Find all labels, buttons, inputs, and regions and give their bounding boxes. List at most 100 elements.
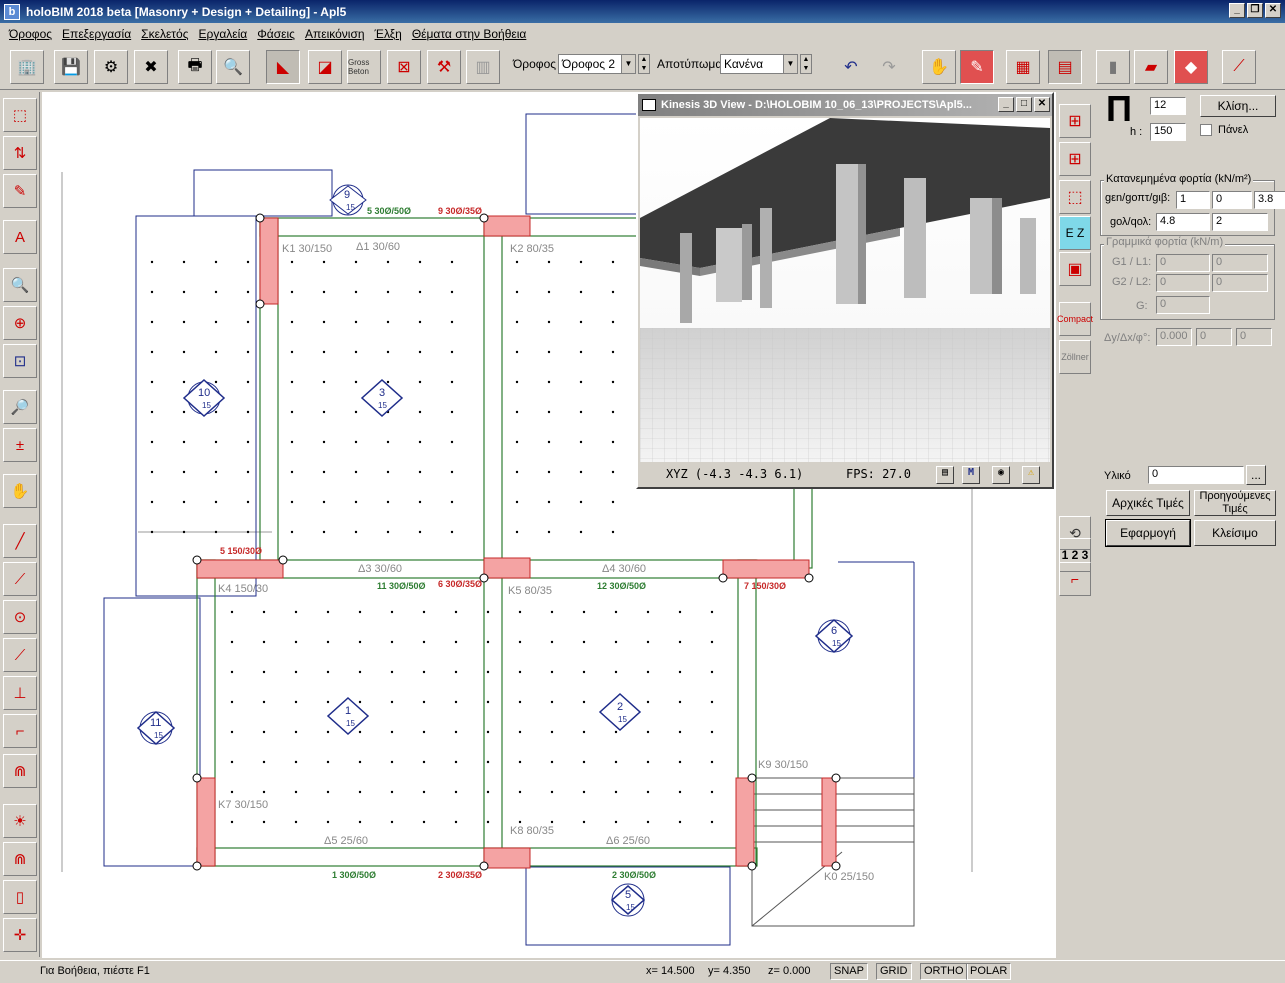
- text-icon[interactable]: A: [3, 220, 37, 254]
- slab-marker[interactable]: 215: [598, 692, 642, 732]
- g-input[interactable]: 0: [1156, 296, 1210, 314]
- menu-drag[interactable]: Έλξη: [370, 27, 407, 41]
- g2-input-2[interactable]: 0: [1212, 274, 1268, 292]
- slab-marker[interactable]: 915: [329, 184, 367, 216]
- line-draw-icon[interactable]: ╱: [3, 524, 37, 558]
- g1-input-2[interactable]: 0: [1212, 254, 1268, 272]
- zoom-center-icon[interactable]: ⊕: [3, 306, 37, 340]
- column-k6[interactable]: [722, 559, 810, 579]
- warning-icon[interactable]: ⚠: [1022, 466, 1040, 484]
- dy-input-2[interactable]: 0: [1196, 328, 1232, 346]
- m-button[interactable]: M: [962, 466, 980, 484]
- view3d-titlebar[interactable]: Kinesis 3D View - D:\HOLOBIM 10_06_13\PR…: [638, 94, 1052, 116]
- pan-icon[interactable]: ✋: [3, 474, 37, 508]
- undo-icon[interactable]: ↶: [834, 50, 868, 84]
- slab-icon[interactable]: ◪: [308, 50, 342, 84]
- tower-icon[interactable]: ▥: [466, 50, 500, 84]
- stairs-tool-icon[interactable]: ⌐: [1059, 562, 1091, 596]
- zoom-dynamic-icon[interactable]: 🔎: [3, 390, 37, 424]
- menu-skeleton[interactable]: Σκελετός: [136, 27, 193, 41]
- apply-button[interactable]: Εφαρμογή: [1105, 519, 1191, 547]
- slope-button[interactable]: Κλίση...: [1200, 95, 1276, 117]
- slab-marker[interactable]: 1115: [136, 710, 176, 746]
- settings-gear-icon[interactable]: ⚙: [94, 50, 128, 84]
- panel-checkbox[interactable]: [1200, 124, 1212, 136]
- dy-input-1[interactable]: 0.000: [1156, 328, 1192, 346]
- view3d-scene[interactable]: [640, 118, 1050, 462]
- cylinder-icon[interactable]: ▤: [936, 466, 954, 484]
- column-k8[interactable]: [483, 847, 531, 869]
- building-plan-icon[interactable]: ▤: [1048, 50, 1082, 84]
- dy-input-3[interactable]: 0: [1236, 328, 1272, 346]
- slab-marker[interactable]: 115: [326, 696, 370, 736]
- slab-marker[interactable]: 515: [610, 883, 646, 917]
- menu-phases[interactable]: Φάσεις: [252, 27, 300, 41]
- dwg-move-icon[interactable]: ✛: [3, 918, 37, 952]
- gol-input-1[interactable]: 4.8: [1156, 213, 1210, 231]
- slab-marker[interactable]: 315: [360, 378, 404, 418]
- polar-toggle[interactable]: POLAR: [966, 963, 1012, 980]
- camera-icon[interactable]: ◉: [992, 466, 1010, 484]
- view3d-minimize-button[interactable]: _: [998, 97, 1014, 112]
- view3d-close-button[interactable]: ✕: [1034, 97, 1050, 112]
- column-icon[interactable]: ▮: [1096, 50, 1130, 84]
- redo-icon[interactable]: ↷: [872, 50, 906, 84]
- snap-toggle[interactable]: SNAP: [830, 963, 868, 980]
- column-k1[interactable]: [259, 217, 279, 305]
- g1-input-1[interactable]: 0: [1156, 254, 1210, 272]
- select-element-icon[interactable]: ◣: [266, 50, 300, 84]
- print-preview-icon[interactable]: 🔍: [216, 50, 250, 84]
- column-k9[interactable]: [735, 777, 755, 867]
- ortho-toggle[interactable]: ORTHO: [920, 963, 968, 980]
- print-icon[interactable]: 🖶: [178, 50, 212, 84]
- slab-marker[interactable]: 1015: [182, 378, 226, 418]
- zoom-extents-icon[interactable]: ⊡: [3, 344, 37, 378]
- menu-edit[interactable]: Επεξεργασία: [57, 27, 136, 41]
- close-panel-button[interactable]: Κλείσιμο: [1194, 520, 1276, 546]
- material-input[interactable]: 0: [1148, 466, 1244, 484]
- magnet-icon[interactable]: ⋒: [3, 754, 37, 788]
- section-width-input[interactable]: 12: [1150, 97, 1186, 115]
- grid-multi-icon[interactable]: ⊞: [1059, 142, 1091, 176]
- gol-input-2[interactable]: 2: [1212, 213, 1268, 231]
- beam-icon[interactable]: ▰: [1134, 50, 1168, 84]
- select-window-icon[interactable]: ⬚: [3, 98, 37, 132]
- edit-line-icon[interactable]: ✎: [3, 174, 37, 208]
- material-browse-button[interactable]: ...: [1246, 465, 1266, 485]
- stairs-icon[interactable]: ⟋: [1222, 50, 1256, 84]
- menu-floor[interactable]: Όροφος: [4, 27, 57, 41]
- draw-pen-icon[interactable]: ✎: [960, 50, 994, 84]
- node-snap-icon[interactable]: ⌐: [3, 714, 37, 748]
- slab-marker[interactable]: 615: [814, 618, 854, 654]
- floor-spinner[interactable]: ▲ ▼: [638, 54, 650, 74]
- floor-select[interactable]: Όροφος 2 ▼: [558, 54, 636, 74]
- pan-hand-icon[interactable]: ✋: [922, 50, 956, 84]
- save-icon[interactable]: 💾: [54, 50, 88, 84]
- initial-values-button[interactable]: Αρχικές Τιμές: [1106, 490, 1190, 516]
- building-icon[interactable]: 🏢: [10, 50, 44, 84]
- previous-values-button[interactable]: Προηγούμενες Τιμές: [1194, 490, 1276, 516]
- gen-input-2[interactable]: 0: [1212, 191, 1252, 209]
- elevation-icon[interactable]: E Z: [1059, 216, 1091, 250]
- close-button[interactable]: ✕: [1265, 3, 1281, 18]
- hatch-rect-icon[interactable]: ▣: [1059, 252, 1091, 286]
- column-k0[interactable]: [821, 777, 837, 867]
- column-k4[interactable]: [196, 559, 284, 579]
- column-k2[interactable]: [483, 215, 531, 237]
- column-k5[interactable]: [483, 557, 531, 579]
- zollner-icon[interactable]: Zöllner: [1059, 340, 1091, 374]
- zoom-in-out-icon[interactable]: ±: [3, 428, 37, 462]
- dwg-snap-icon[interactable]: ☀: [3, 804, 37, 838]
- slab-tool-icon[interactable]: ◆: [1174, 50, 1208, 84]
- menu-tools[interactable]: Εργαλεία: [194, 27, 253, 41]
- line-measure-icon[interactable]: ⇅: [3, 136, 37, 170]
- gross-beton-icon[interactable]: Gross Beton: [347, 50, 381, 84]
- perpendicular-snap-icon[interactable]: ⊥: [3, 676, 37, 710]
- imprint-spinner[interactable]: ▲ ▼: [800, 54, 812, 74]
- g2-input-1[interactable]: 0: [1156, 274, 1210, 292]
- gen-input-3[interactable]: 3.8: [1254, 191, 1285, 209]
- trowel-icon[interactable]: ⚒: [427, 50, 461, 84]
- grid-single-icon[interactable]: ⊞: [1059, 104, 1091, 138]
- building-3d-icon[interactable]: ▦: [1006, 50, 1040, 84]
- grid-toggle[interactable]: GRID: [876, 963, 912, 980]
